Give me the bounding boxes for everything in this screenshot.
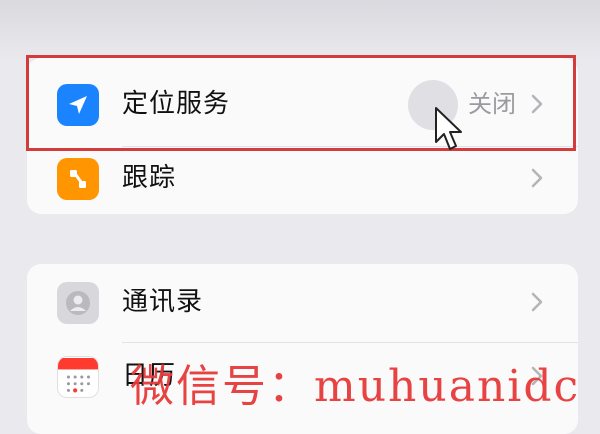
tracking-row[interactable]: 跟踪 — [27, 140, 578, 214]
tracking-label: 跟踪 — [122, 163, 177, 193]
highlight-box — [26, 55, 576, 151]
contacts-label: 通讯录 — [122, 287, 204, 317]
chevron-right-icon — [531, 292, 543, 312]
chevron-right-icon — [531, 168, 543, 188]
tracking-icon — [57, 158, 99, 200]
mouse-pointer-icon — [435, 107, 462, 150]
calendar-icon — [57, 356, 99, 398]
contacts-row[interactable]: 通讯录 — [27, 264, 578, 340]
contacts-icon — [57, 282, 99, 324]
watermark-text: 微信号：muhuanidc — [130, 361, 581, 412]
top-fade — [0, 0, 600, 60]
